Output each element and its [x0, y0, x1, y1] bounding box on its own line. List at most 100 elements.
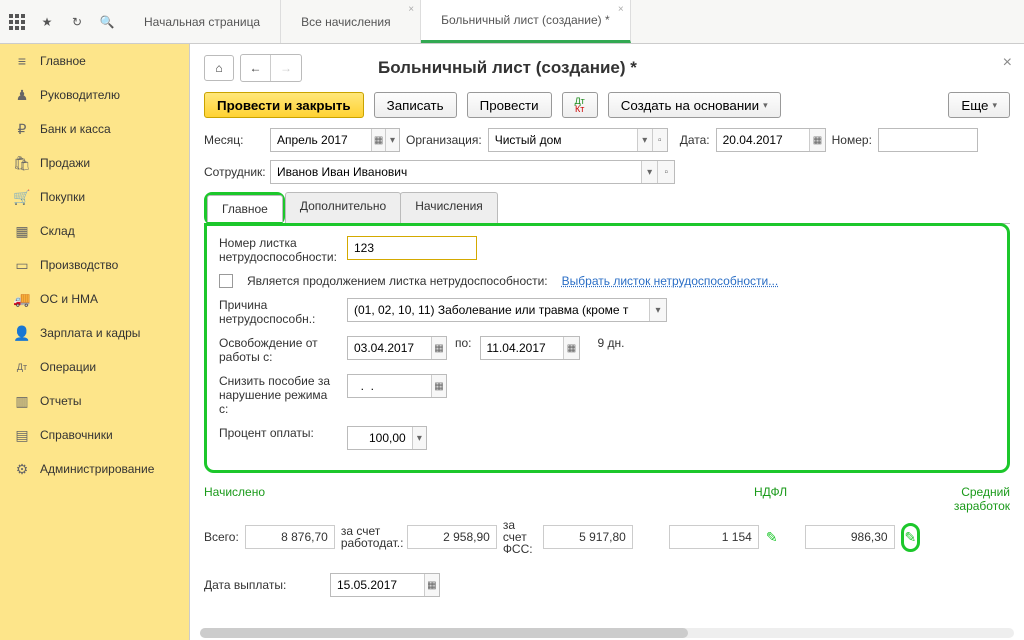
ruble-icon: ₽	[14, 121, 30, 137]
dropdown-icon[interactable]: ▾	[637, 129, 652, 151]
total-label: Всего:	[204, 530, 239, 544]
date-from-input[interactable]: ▦	[347, 336, 447, 360]
days-text: 9 дн.	[598, 336, 625, 350]
apps-icon[interactable]	[8, 13, 26, 31]
post-button[interactable]: Провести	[467, 92, 552, 118]
sidebar-item-production[interactable]: ▭Производство	[0, 248, 189, 282]
select-sheet-link[interactable]: Выбрать листок нетрудоспособности...	[562, 274, 779, 288]
ndfl-head: НДФЛ	[754, 485, 874, 499]
close-icon[interactable]: ×	[618, 4, 624, 15]
sidebar-label: Зарплата и кадры	[40, 326, 140, 340]
tab-label: Начальная страница	[144, 15, 260, 29]
sidebar-label: ОС и НМА	[40, 292, 98, 306]
sidebar-item-admin[interactable]: ⚙Администрирование	[0, 452, 189, 486]
date-to-input[interactable]: ▦	[480, 336, 580, 360]
continuation-checkbox[interactable]	[219, 274, 233, 288]
calendar-icon[interactable]: ▦	[563, 337, 578, 359]
sheetnum-label: Номер листка нетрудоспособности:	[219, 236, 339, 264]
post-close-button[interactable]: Провести и закрыть	[204, 92, 364, 118]
sidebar-label: Администрирование	[40, 462, 154, 476]
edit-avg-button[interactable]: ✎	[901, 523, 921, 552]
people-icon: 👤	[14, 325, 30, 341]
tab-extra[interactable]: Дополнительно	[285, 192, 401, 223]
sidebar-label: Справочники	[40, 428, 113, 442]
stepper-icon[interactable]: ▾	[412, 427, 426, 449]
open-icon[interactable]: ▫	[657, 161, 674, 183]
sheetnum-input[interactable]	[347, 236, 477, 260]
tab-accruals[interactable]: Начисления	[400, 192, 498, 223]
tab-accruals[interactable]: Все начисления ×	[281, 0, 421, 43]
calendar-icon[interactable]: ▦	[371, 129, 385, 151]
payment-date-input[interactable]: ▦	[330, 573, 440, 597]
sidebar-label: Склад	[40, 224, 75, 238]
page-title: Больничный лист (создание) *	[378, 58, 637, 78]
sidebar-item-main[interactable]: ≡Главное	[0, 44, 189, 78]
calendar-icon[interactable]: ▦	[431, 337, 446, 359]
create-based-button[interactable]: Создать на основании▾	[608, 92, 781, 118]
reason-select[interactable]: ▾	[347, 298, 667, 322]
number-label: Номер:	[832, 133, 872, 147]
fss-value: 5 917,80	[543, 525, 633, 549]
star-icon[interactable]: ★	[38, 13, 56, 31]
sidebar-item-assets[interactable]: 🚚ОС и НМА	[0, 282, 189, 316]
menu-icon: ≡	[14, 53, 30, 69]
dtkt-button[interactable]: ДтКт	[562, 92, 598, 118]
reason-label: Причина нетрудоспособн.:	[219, 298, 339, 326]
employee-input[interactable]: ▾▫	[270, 160, 675, 184]
sidebar: ≡Главное ♟Руководителю ₽ Банк и касса 🛍Пр…	[0, 44, 190, 640]
horizontal-scrollbar[interactable]	[200, 628, 1014, 638]
reduce-date-input[interactable]: ▦	[347, 374, 447, 398]
home-button[interactable]: ⌂	[204, 55, 234, 81]
open-icon[interactable]: ▫	[652, 129, 667, 151]
grid-icon: ▦	[14, 223, 30, 239]
calendar-icon[interactable]: ▦	[431, 375, 446, 397]
date-input[interactable]: ▦	[716, 128, 826, 152]
date-label: Дата:	[680, 133, 710, 147]
search-icon[interactable]: 🔍	[98, 13, 116, 31]
tab-label: Все начисления	[301, 15, 391, 29]
sidebar-item-operations[interactable]: ДтОперации	[0, 350, 189, 384]
sidebar-item-catalogs[interactable]: ▤ Справочники	[0, 418, 189, 452]
close-icon[interactable]: ×	[408, 4, 414, 15]
sidebar-label: Банк и касса	[40, 122, 111, 136]
calendar-icon[interactable]: ▦	[424, 574, 439, 596]
tab-home[interactable]: Начальная страница	[124, 0, 281, 43]
sidebar-item-sales[interactable]: 🛍Продажи	[0, 146, 189, 180]
sidebar-label: Руководителю	[40, 88, 120, 102]
tab-label: Больничный лист (создание) *	[441, 13, 610, 27]
save-button[interactable]: Записать	[374, 92, 457, 118]
tab-sickleave[interactable]: Больничный лист (создание) * ×	[421, 0, 631, 43]
dropdown-icon[interactable]: ▾	[641, 161, 658, 183]
edit-ndfl-button[interactable]: ✎	[765, 529, 779, 546]
sidebar-label: Операции	[40, 360, 96, 374]
avg-head: Средний заработок	[904, 485, 1010, 513]
dropdown-icon[interactable]: ▾	[649, 299, 666, 321]
accrued-head: Начислено	[204, 485, 724, 499]
ndfl-value: 1 154	[669, 525, 759, 549]
more-button[interactable]: Еще▾	[948, 92, 1010, 118]
avg-value: 986,30	[805, 525, 895, 549]
sidebar-label: Отчеты	[40, 394, 81, 408]
org-input[interactable]: ▾▫	[488, 128, 668, 152]
forward-button[interactable]: →	[271, 55, 301, 81]
continuation-label: Является продолжением листка нетрудоспос…	[247, 274, 548, 288]
calendar-icon[interactable]: ▦	[809, 129, 824, 151]
sidebar-item-reports[interactable]: ▥Отчеты	[0, 384, 189, 418]
sidebar-item-warehouse[interactable]: ▦ Склад	[0, 214, 189, 248]
history-icon[interactable]: ↻	[68, 13, 86, 31]
stepper-icon[interactable]: ▾	[385, 129, 399, 151]
tab-main[interactable]: Главное	[207, 195, 283, 222]
fss-label: за счет ФСС:	[503, 519, 537, 555]
back-button[interactable]: ←	[241, 55, 271, 81]
sidebar-item-purchases[interactable]: 🛒Покупки	[0, 180, 189, 214]
number-input[interactable]	[878, 128, 978, 152]
employee-label: Сотрудник:	[204, 165, 264, 179]
sidebar-item-hr[interactable]: 👤 Зарплата и кадры	[0, 316, 189, 350]
book-icon: ▤	[14, 427, 30, 443]
sidebar-item-manager[interactable]: ♟Руководителю	[0, 78, 189, 112]
month-input[interactable]: ▦▾	[270, 128, 400, 152]
sidebar-label: Продажи	[40, 156, 90, 170]
percent-input[interactable]: ▾	[347, 426, 427, 450]
close-page-button[interactable]: ×	[1003, 54, 1012, 72]
sidebar-item-bank[interactable]: ₽ Банк и касса	[0, 112, 189, 146]
